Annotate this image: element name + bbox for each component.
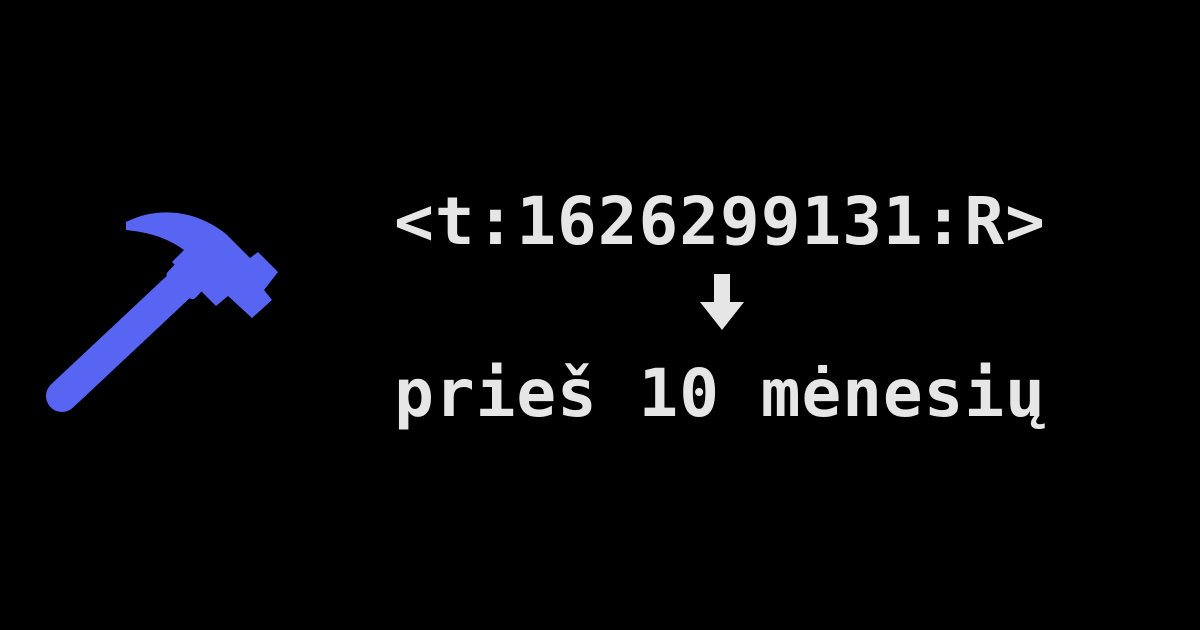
conversion-example: <t:1626299131:R> prieš 10 mėnesių: [330, 180, 1110, 450]
hammer-icon: [46, 212, 278, 412]
timestamp-markup: <t:1626299131:R>: [394, 183, 1046, 260]
down-arrow-icon: [700, 274, 744, 330]
rendered-relative-time: prieš 10 mėnesių: [394, 355, 1046, 432]
preview-card: <t:1626299131:R> prieš 10 mėnesių: [0, 0, 1200, 630]
